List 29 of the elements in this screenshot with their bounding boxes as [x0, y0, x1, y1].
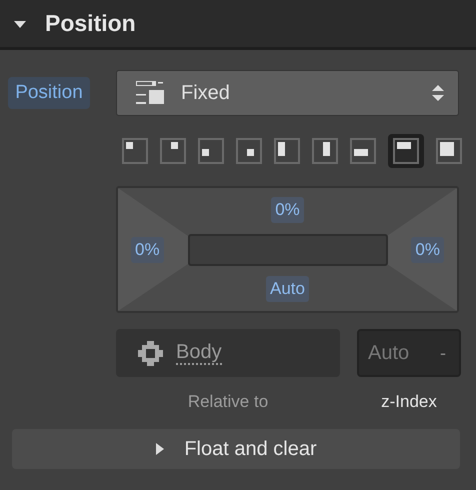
crosshair-box-icon — [138, 340, 163, 366]
position-preset-button[interactable] — [236, 138, 262, 164]
offset-value[interactable]: 0% — [271, 197, 304, 223]
position-preset-button[interactable] — [274, 138, 300, 164]
float-section-button[interactable]: Float and clear — [12, 428, 460, 468]
z-index-label: z-Index — [381, 391, 437, 413]
z-index-field[interactable]: Auto - — [357, 329, 461, 377]
relative-to-value[interactable]: Body — [176, 341, 222, 365]
offset-value[interactable]: 0% — [131, 236, 164, 262]
section-title: Position — [45, 9, 136, 38]
position-preset-button[interactable] — [388, 134, 424, 168]
section-header[interactable]: Position — [0, 0, 476, 50]
position-preset-button[interactable] — [122, 138, 148, 164]
stepper-text[interactable]: - — [440, 340, 446, 366]
position-preset-button[interactable] — [312, 138, 338, 164]
position-preset-button[interactable] — [350, 138, 376, 164]
position-select[interactable]: Fixed — [116, 70, 459, 116]
position-value: Fixed — [181, 81, 231, 106]
offset-value[interactable]: 0% — [411, 236, 444, 262]
up-down-arrows-icon — [432, 85, 444, 101]
fixed-position-icon — [136, 81, 165, 105]
z-index-input[interactable]: Auto — [368, 338, 430, 368]
position-preset-button[interactable] — [198, 138, 224, 164]
position-preset-button[interactable] — [436, 138, 462, 164]
relative-to-button[interactable]: Body — [116, 329, 340, 377]
position-label: Position — [8, 77, 90, 109]
offset-value[interactable]: Auto — [266, 276, 309, 302]
position-preset-button[interactable] — [160, 138, 186, 164]
relative-to-label: Relative to — [188, 391, 268, 413]
